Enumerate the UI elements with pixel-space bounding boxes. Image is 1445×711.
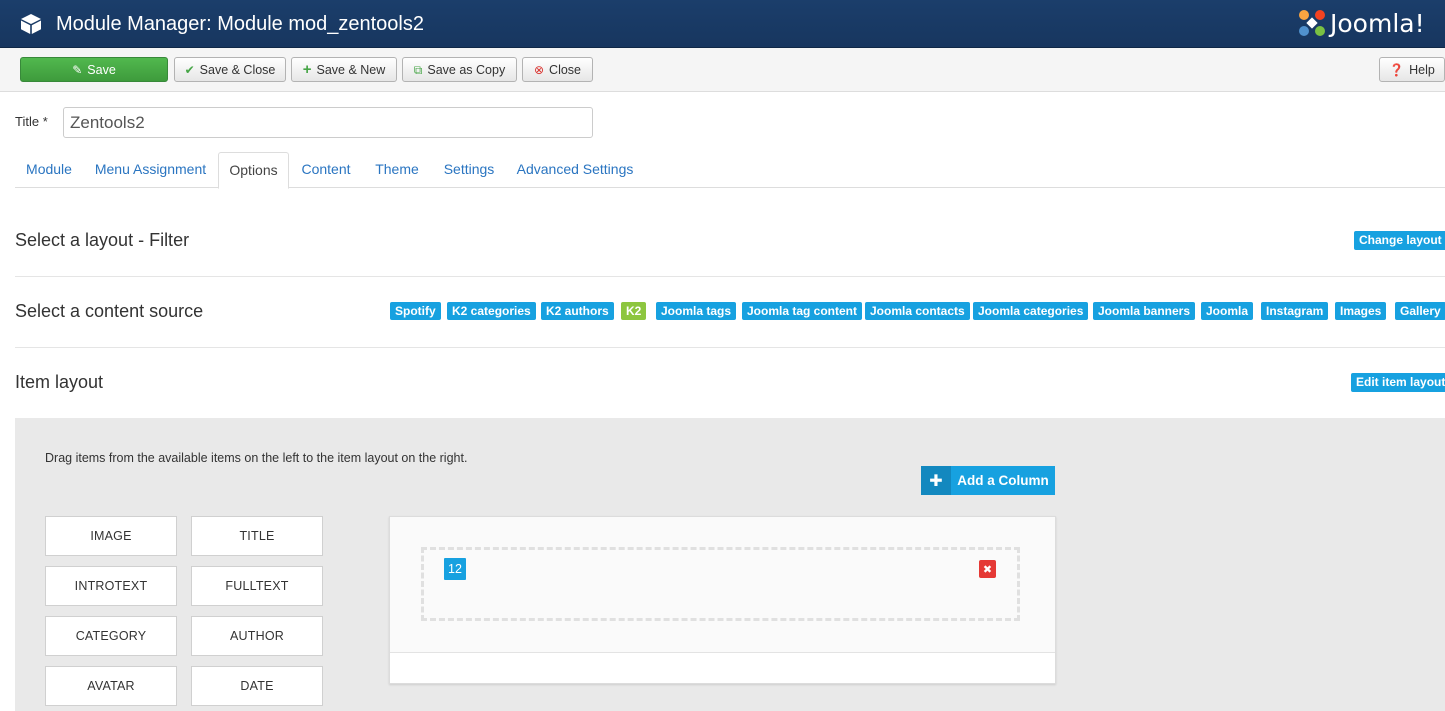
source-chip-gallery[interactable]: Gallery [1395,302,1445,320]
source-chip-k2-authors[interactable]: K2 authors [541,302,614,320]
question-icon: ❓ [1389,62,1405,77]
close-label: Close [549,62,582,77]
available-item-image[interactable]: IMAGE [45,516,177,556]
layout-row [390,517,1055,653]
tab-theme[interactable]: Theme [363,152,431,188]
drag-hint: Drag items from the available items on t… [45,451,468,465]
available-item-date[interactable]: DATE [191,666,323,706]
source-chip-joomla[interactable]: Joomla [1201,302,1254,320]
source-chip-k2-categories[interactable]: K2 categories [447,302,536,320]
edit-icon: ✎ [72,62,83,77]
help-label: Help [1409,62,1435,77]
save-button[interactable]: ✎ Save [20,57,168,82]
available-item-introtext[interactable]: INTROTEXT [45,566,177,606]
joomla-logo-text: Joomla! [1330,8,1425,38]
source-chip-joomla-categories[interactable]: Joomla categories [973,302,1089,320]
source-chip-joomla-tag-content[interactable]: Joomla tag content [742,302,863,320]
toolbar: ✎ Save ✔ Save & Close + Save & New ⧉ Sav… [0,48,1445,92]
help-button[interactable]: ❓ Help [1379,57,1445,82]
source-chip-k2[interactable]: K2 [621,302,647,320]
title-label: Title * [15,114,48,129]
available-item-fulltext[interactable]: FULLTEXT [191,566,323,606]
item-layout-title: Item layout [15,372,104,392]
available-item-author[interactable]: AUTHOR [191,616,323,656]
plus-icon: ✚ [921,466,951,495]
joomla-logo-icon [1299,10,1325,36]
tab-bar: Module Menu Assignment Options Content T… [15,152,1445,189]
tab-menu-assignment[interactable]: Menu Assignment [85,152,216,188]
edit-item-layout-button[interactable]: Edit item layout [1351,373,1445,392]
add-column-label: Add a Column [957,473,1049,488]
title-input[interactable] [63,107,593,138]
save-label: Save [87,62,116,77]
save-close-label: Save & Close [199,62,276,77]
save-close-button[interactable]: ✔ Save & Close [174,57,286,82]
cube-icon [21,14,41,34]
layout-section-title: Select a layout - Filter [15,230,190,250]
close-button[interactable]: ⊗ Close [522,57,593,82]
page-title: Module Manager: Module mod_zentools2 [56,13,424,35]
available-item-avatar[interactable]: AVATAR [45,666,177,706]
source-chip-joomla-tags[interactable]: Joomla tags [656,302,737,320]
item-layout-canvas [389,516,1056,684]
checkmark-icon: ✔ [184,62,195,77]
source-section-title: Select a content source [15,301,204,321]
save-new-button[interactable]: + Save & New [291,57,397,82]
column-drop-zone[interactable] [421,547,1020,621]
remove-column-icon[interactable]: ✖ [979,560,996,578]
tab-options[interactable]: Options [218,152,289,189]
copy-icon: ⧉ [413,62,423,77]
save-new-label: Save & New [316,62,386,77]
column-width-badge[interactable]: 12 [444,558,466,580]
tab-settings[interactable]: Settings [433,152,505,188]
available-item-title[interactable]: TITLE [191,516,323,556]
tab-content[interactable]: Content [291,152,361,188]
available-item-category[interactable]: CATEGORY [45,616,177,656]
add-column-button[interactable]: ✚ Add a Column [921,466,1055,495]
save-copy-button[interactable]: ⧉ Save as Copy [402,57,517,82]
divider [15,347,1445,348]
tab-module[interactable]: Module [15,152,83,188]
app-header: Module Manager: Module mod_zentools2 Joo… [0,0,1445,48]
tab-advanced-settings[interactable]: Advanced Settings [507,152,643,188]
change-layout-button[interactable]: Change layout [1354,231,1445,250]
source-chip-spotify[interactable]: Spotify [390,302,441,320]
divider [15,276,1445,277]
source-chip-instagram[interactable]: Instagram [1261,302,1329,320]
source-chip-images[interactable]: Images [1335,302,1387,320]
save-copy-label: Save as Copy [427,62,506,77]
plus-icon: + [302,60,312,78]
close-circle-icon: ⊗ [533,62,545,77]
joomla-logo[interactable]: Joomla! [1296,6,1425,40]
source-chip-joomla-banners[interactable]: Joomla banners [1093,302,1196,320]
source-chip-joomla-contacts[interactable]: Joomla contacts [865,302,970,320]
